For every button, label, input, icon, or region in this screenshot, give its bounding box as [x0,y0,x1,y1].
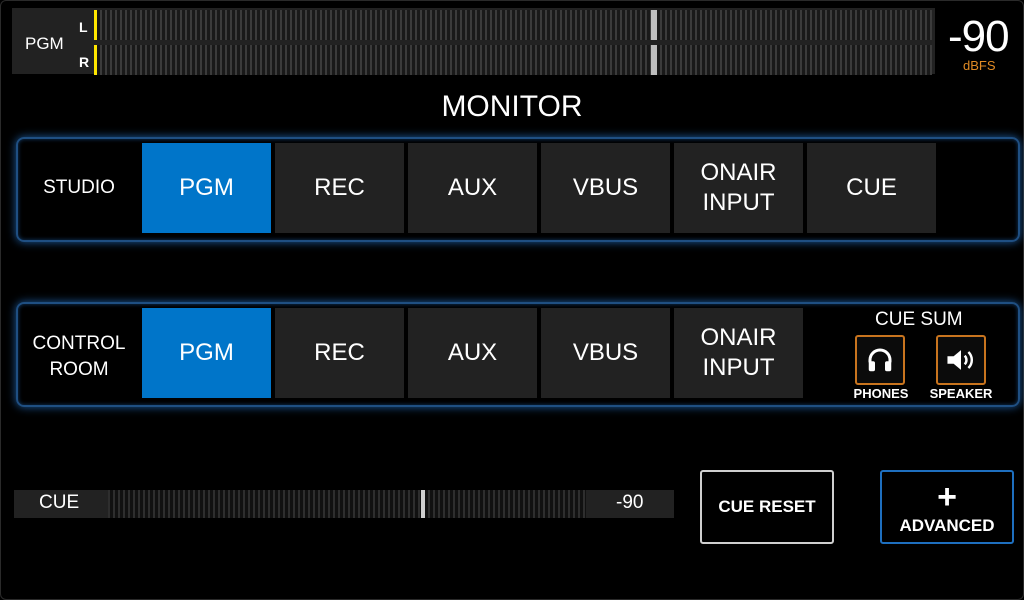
cue-value: -90 [616,492,644,513]
studio-vbus-button[interactable]: VBUS [541,143,670,233]
meter-channel-l [94,10,932,40]
phones-label: PHONES [853,386,909,401]
control-room-aux-button[interactable]: AUX [408,308,537,398]
level-readout: -90 [948,12,1010,61]
meter-channel-r [94,45,932,75]
peak-indicator [94,45,97,75]
studio-label: STUDIO [43,177,115,198]
meter-scale [100,10,932,40]
meter-channel-l-label: L [79,19,88,35]
speaker-label: SPEAKER [929,386,993,401]
cue-slider-thumb[interactable] [421,490,425,518]
cue-reset-label: CUE RESET [718,497,816,516]
cue-label: CUE [39,492,80,513]
cue-reset-button[interactable]: CUE RESET [700,470,834,544]
studio-cue-button[interactable]: CUE [807,143,936,233]
page-title: MONITOR [441,90,583,123]
phones-button[interactable] [855,335,905,385]
studio-onair-input-button[interactable]: ONAIR INPUT [674,143,803,233]
control-room-onair-input-button[interactable]: ONAIR INPUT [674,308,803,398]
speaker-icon [947,350,973,370]
peak-hold-marker [651,10,657,40]
control-room-vbus-button[interactable]: VBUS [541,308,670,398]
speaker-button[interactable] [936,335,986,385]
cue-level-slider[interactable] [108,490,586,518]
peak-indicator [94,10,97,40]
studio-aux-button[interactable]: AUX [408,143,537,233]
studio-pgm-button[interactable]: PGM [142,143,271,233]
level-unit: dBFS [963,58,996,73]
plus-icon: + [937,478,957,516]
meter-scale [100,45,932,75]
cue-sum-label: CUE SUM [875,309,963,330]
advanced-label: ADVANCED [899,516,995,535]
meter-source-label: PGM [25,34,64,53]
control-room-label: CONTROL ROOM [32,333,126,380]
control-room-rec-button[interactable]: REC [275,308,404,398]
advanced-button[interactable]: + ADVANCED [880,470,1014,544]
meter-channel-r-label: R [79,54,90,70]
control-room-pgm-button[interactable]: PGM [142,308,271,398]
headphones-icon [868,348,892,372]
peak-hold-marker [651,45,657,75]
studio-rec-button[interactable]: REC [275,143,404,233]
cue-scale [108,490,586,518]
